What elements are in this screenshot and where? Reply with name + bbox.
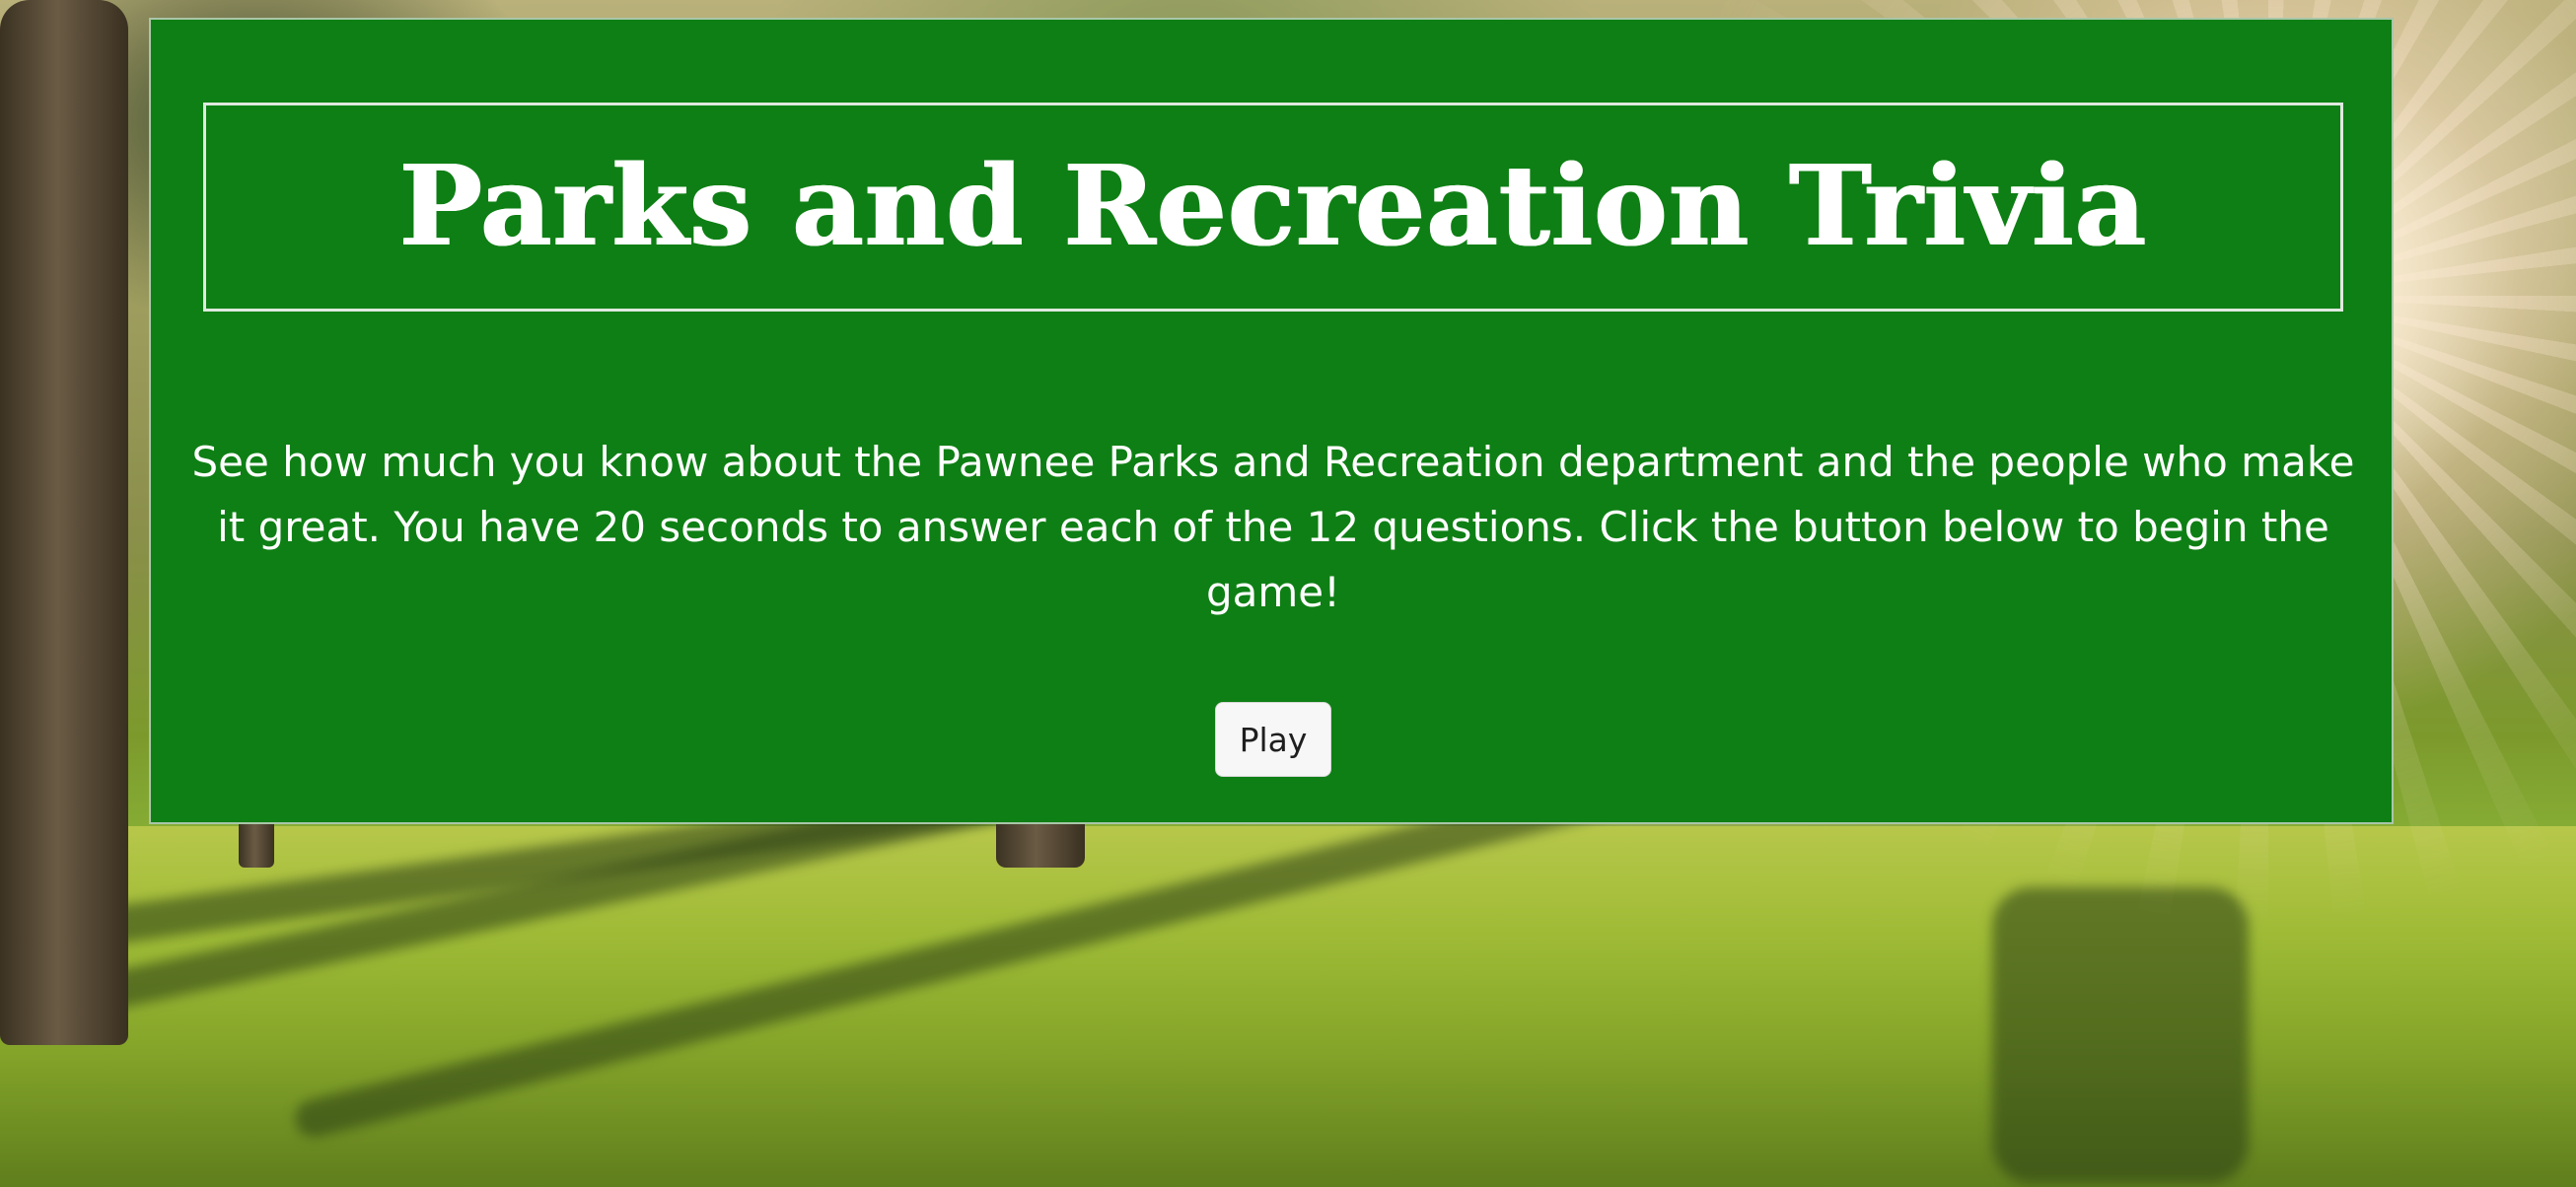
game-description: See how much you know about the Pawnee P…	[191, 438, 2355, 616]
tree-trunk	[0, 0, 128, 1045]
intro-card: Parks and Recreation Trivia See how much…	[149, 18, 2394, 824]
page-title: Parks and Recreation Trivia	[398, 142, 2148, 271]
title-frame: Parks and Recreation Trivia	[203, 103, 2343, 312]
play-button[interactable]: Play	[1215, 702, 1331, 777]
